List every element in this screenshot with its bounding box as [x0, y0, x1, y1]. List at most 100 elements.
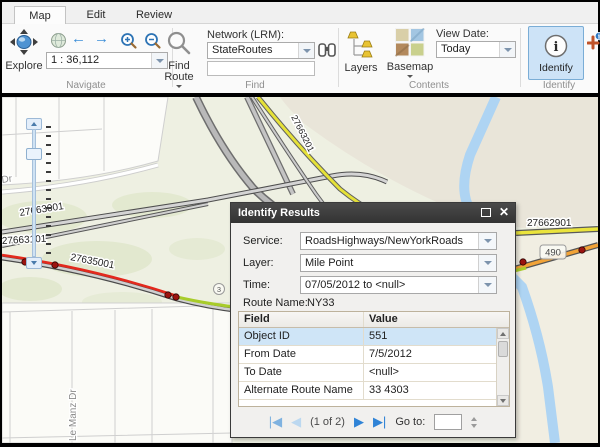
identify-icon: i	[543, 33, 569, 62]
network-lrm-label: Network (LRM):	[207, 29, 284, 41]
next-extent-icon[interactable]: →	[94, 30, 109, 47]
spinner-down-arrow[interactable]	[471, 424, 477, 428]
identify-button[interactable]: i Identify	[528, 26, 584, 80]
full-extent-globe-icon[interactable]	[50, 32, 67, 52]
network-lrm-value: StateRoutes	[208, 43, 298, 58]
cell-value: 7/5/2012	[364, 346, 509, 363]
view-date-dropdown-arrow[interactable]	[499, 42, 515, 57]
street-label-le-manz-dr: Le Manz Dr	[68, 389, 79, 441]
goto-input[interactable]	[434, 414, 462, 430]
table-body: Object ID 551 From Date 7/5/2012 To Date…	[239, 328, 509, 406]
previous-extent-icon[interactable]: ←	[71, 30, 86, 47]
cell-value: <null>	[364, 364, 509, 381]
explore-label: Explore	[5, 60, 42, 72]
next-result-button[interactable]: ▶	[354, 415, 364, 429]
view-date-label: View Date:	[436, 28, 489, 40]
identify-button-label: Identify	[539, 62, 573, 74]
zoom-slider-handle[interactable]	[26, 148, 42, 160]
explore-button[interactable]: Explore	[4, 28, 44, 72]
group-label-identify: Identify	[520, 80, 598, 91]
layer-dropdown-arrow[interactable]	[478, 255, 496, 271]
network-lrm-dropdown-arrow[interactable]	[298, 43, 314, 58]
network-lrm-combo[interactable]: StateRoutes	[207, 42, 315, 59]
column-header-value[interactable]: Value	[364, 312, 509, 327]
table-row[interactable]: Alternate Route Name 33 4303	[239, 382, 509, 400]
spinner-up-arrow[interactable]	[471, 417, 477, 421]
route-shield-490: 490	[540, 245, 566, 259]
goto-spinner[interactable]	[471, 417, 477, 428]
service-dropdown-arrow[interactable]	[478, 233, 496, 249]
cell-field: Alternate Route Name	[239, 382, 364, 399]
cell-value: 551	[364, 328, 509, 345]
yellow-road-right	[516, 229, 598, 233]
time-label: Time:	[243, 279, 270, 291]
column-header-field[interactable]: Field	[239, 312, 364, 327]
basemap-icon	[395, 28, 425, 60]
route-name-label: Route Name:	[243, 297, 308, 309]
tab-edit[interactable]: Edit	[70, 6, 122, 24]
group-divider	[338, 28, 339, 87]
results-pager: |◀ ◀ (1 of 2) ▶ ▶| Go to:	[231, 410, 515, 434]
ribbon-body: Explore ← →	[2, 24, 598, 93]
group-divider	[520, 28, 521, 87]
find-route-magnifier-icon	[166, 30, 192, 59]
time-dropdown-arrow[interactable]	[478, 277, 496, 293]
attributes-table: Field Value Object ID 551 From Date 7/5/…	[238, 311, 510, 407]
basemap-dropdown-caret	[407, 75, 413, 78]
service-label: Service:	[243, 235, 283, 247]
route-search-input[interactable]	[207, 61, 315, 76]
cell-field: To Date	[239, 364, 364, 381]
group-label-contents: Contents	[338, 80, 520, 91]
last-result-button[interactable]: ▶|	[373, 415, 386, 429]
zoom-slider-ticks	[46, 126, 51, 260]
map-scale-combo[interactable]: 1 : 36,112	[46, 52, 168, 69]
layer-label: Layer:	[243, 257, 274, 269]
route-shield-3: 3	[214, 284, 225, 295]
ribbon-tab-bar: Map Edit Review	[2, 2, 598, 24]
scrollbar-thumb[interactable]	[498, 341, 508, 357]
service-value: RoadsHighways/NewYorkRoads	[301, 233, 478, 249]
layer-value: Mile Point	[301, 255, 478, 271]
scrollbar-up-arrow[interactable]	[497, 328, 509, 339]
application-window: Map Edit Review Explore	[0, 0, 600, 447]
scrollbar-down-arrow[interactable]	[497, 395, 509, 406]
zoom-slider-down-button[interactable]	[26, 257, 42, 269]
maximize-icon[interactable]	[481, 208, 491, 217]
cell-value: 33 4303	[364, 382, 509, 399]
table-scrollbar[interactable]	[496, 328, 509, 406]
zoom-in-icon[interactable]	[120, 32, 138, 53]
route-name-value: NY33	[307, 297, 335, 309]
close-icon[interactable]: ✕	[499, 205, 509, 219]
table-header-row[interactable]: Field Value	[239, 312, 509, 328]
svg-text:490: 490	[545, 248, 561, 259]
table-row[interactable]: From Date 7/5/2012	[239, 346, 509, 364]
time-value: 07/05/2012 to <null>	[301, 277, 478, 293]
cell-field: From Date	[239, 346, 364, 363]
identify-route-location-icon[interactable]: i	[587, 32, 600, 53]
dialog-title-bar[interactable]: Identify Results	[231, 203, 515, 223]
map-scale-value: 1 : 36,112	[47, 53, 151, 68]
binoculars-icon[interactable]	[318, 42, 336, 61]
goto-label: Go to:	[395, 416, 425, 428]
layers-button[interactable]: Layers	[343, 30, 379, 74]
previous-result-button[interactable]: ◀	[291, 415, 301, 429]
layers-label: Layers	[344, 62, 377, 74]
table-row[interactable]: Object ID 551	[239, 328, 509, 346]
view-date-combo[interactable]: Today	[436, 41, 516, 58]
first-result-button[interactable]: |◀	[269, 415, 282, 429]
svg-text:3: 3	[217, 285, 221, 294]
layer-combo[interactable]: Mile Point	[300, 254, 497, 272]
map-zoom-slider[interactable]	[26, 118, 52, 269]
group-label-find: Find	[172, 80, 338, 91]
table-row[interactable]: To Date <null>	[239, 364, 509, 382]
basemap-label: Basemap	[387, 61, 433, 73]
view-date-value: Today	[437, 42, 499, 57]
pager-status: (1 of 2)	[310, 416, 345, 428]
tab-map[interactable]: Map	[14, 6, 66, 25]
basemap-button[interactable]: Basemap	[386, 28, 434, 78]
group-label-navigate: Navigate	[2, 80, 170, 91]
service-combo[interactable]: RoadsHighways/NewYorkRoads	[300, 232, 497, 250]
time-combo[interactable]: 07/05/2012 to <null>	[300, 276, 497, 294]
tab-review[interactable]: Review	[126, 6, 182, 24]
route-label-27662901: 27662901	[527, 218, 572, 229]
